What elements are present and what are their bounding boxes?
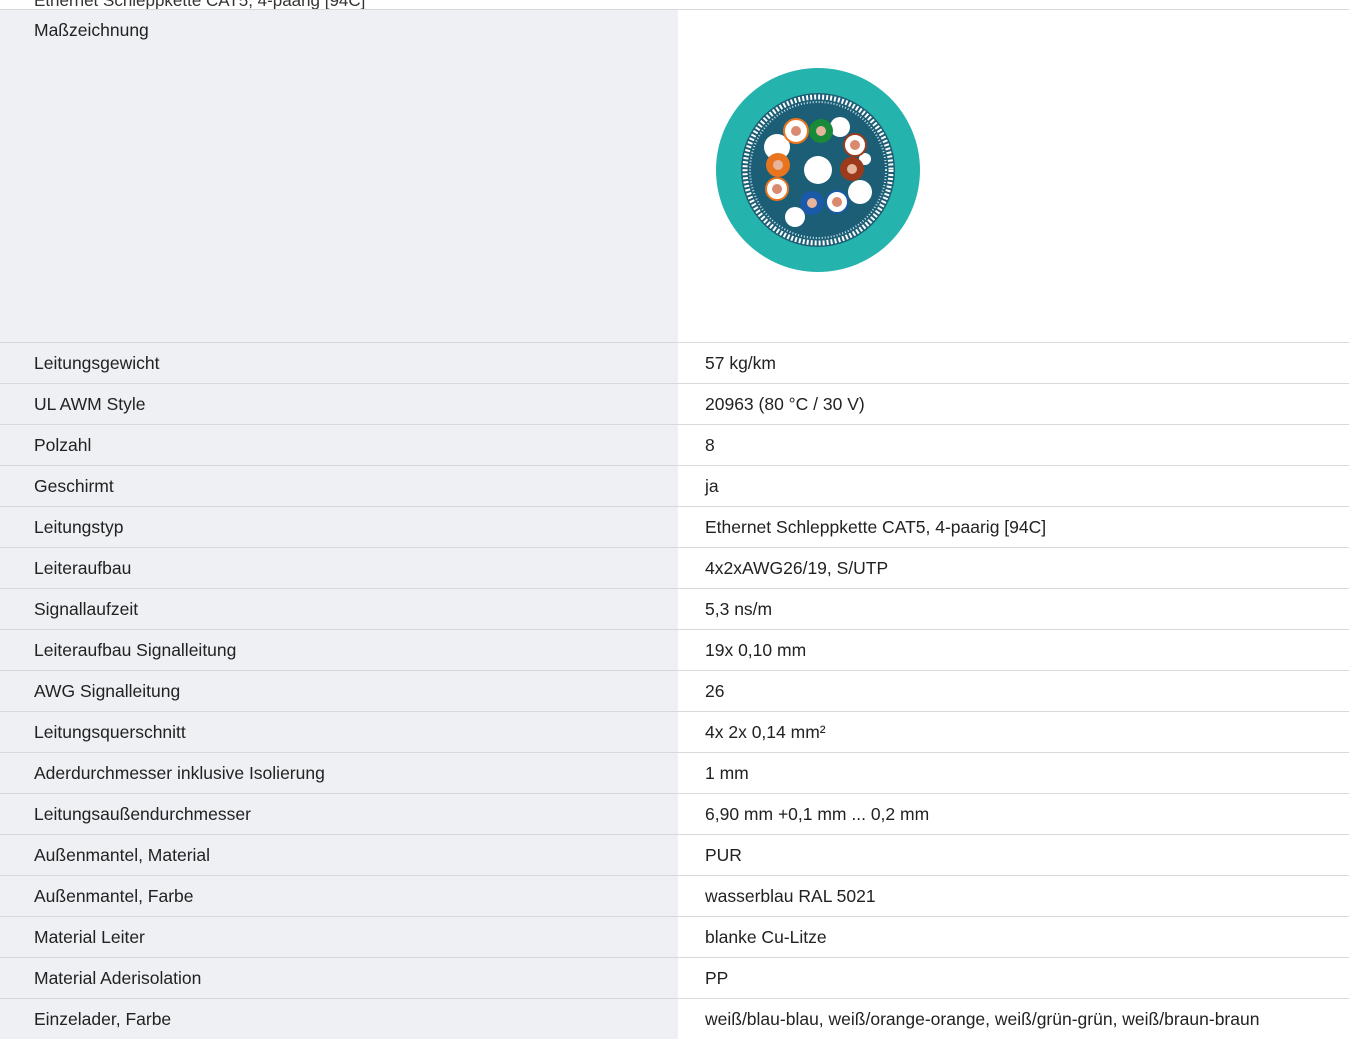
spec-row: Leitungsquerschnitt 4x 2x 0,14 mm²: [0, 711, 1349, 752]
spec-row: Geschirmt ja: [0, 465, 1349, 506]
filler: [785, 207, 805, 227]
spec-rows: Leitungsgewicht 57 kg/km UL AWM Style 20963…: [0, 342, 1349, 1039]
spec-label: Einzelader, Farbe: [0, 998, 678, 1039]
cable-cross-section-icon[interactable]: [715, 67, 921, 273]
conductor: [850, 140, 860, 150]
spec-row: Außenmantel, Material PUR: [0, 834, 1349, 875]
spec-label: Außenmantel, Material: [0, 834, 678, 875]
spec-row: Leiteraufbau Signalleitung 19x 0,10 mm: [0, 629, 1349, 670]
spec-value: 6,90 mm +0,1 mm ... 0,2 mm: [705, 803, 930, 824]
spec-value: ja: [705, 475, 719, 496]
spec-label: AWG Signalleitung: [0, 670, 678, 711]
spec-label: Leiteraufbau Signalleitung: [0, 629, 678, 670]
spec-value: 26: [705, 680, 725, 701]
spec-value: wasserblau RAL 5021: [705, 885, 876, 906]
spec-label: Leitungsgewicht: [0, 342, 678, 383]
spec-row: UL AWM Style 20963 (80 °C / 30 V): [0, 383, 1349, 424]
conductor: [791, 126, 801, 136]
spec-label: Polzahl: [0, 424, 678, 465]
spec-value: PUR: [705, 844, 742, 865]
filler: [804, 156, 832, 184]
spec-value: 20963 (80 °C / 30 V): [705, 393, 865, 414]
conductor: [773, 160, 783, 170]
spec-row: Polzahl 8: [0, 424, 1349, 465]
drawing-label: Maßzeichnung: [0, 10, 678, 342]
conductor: [847, 164, 857, 174]
spec-label: Außenmantel, Farbe: [0, 875, 678, 916]
spec-label: Leitungstyp: [0, 506, 678, 547]
spec-row: Material Aderisolation PP: [0, 957, 1349, 998]
conductor: [772, 184, 782, 194]
filler: [848, 180, 872, 204]
spec-row: Außenmantel, Farbe wasserblau RAL 5021: [0, 875, 1349, 916]
spec-value: 4x 2x 0,14 mm²: [705, 721, 826, 742]
spec-label: Leiteraufbau: [0, 547, 678, 588]
spec-row: Leitungsaußendurchmesser 6,90 mm +0,1 mm …: [0, 793, 1349, 834]
spec-label: Geschirmt: [0, 465, 678, 506]
spec-value: PP: [705, 967, 729, 988]
spec-label: Material Leiter: [0, 916, 678, 957]
drawing-cell: [678, 10, 1349, 342]
spec-row: Leitungsgewicht 57 kg/km: [0, 342, 1349, 383]
filler: [830, 117, 850, 137]
spec-row: Aderdurchmesser inklusive Isolierung 1 mm: [0, 752, 1349, 793]
spec-label: Leitungsaußendurchmesser: [0, 793, 678, 834]
spec-row: Material Leiter blanke Cu-Litze: [0, 916, 1349, 957]
spec-row: Leitungstyp Ethernet Schleppkette CAT5, 4…: [0, 506, 1349, 547]
spec-value: 8: [705, 434, 715, 455]
spec-label: Aderdurchmesser inklusive Isolierung: [0, 752, 678, 793]
spec-value: 19x 0,10 mm: [705, 639, 807, 660]
spec-label: Signallaufzeit: [0, 588, 678, 629]
spec-row: Leiteraufbau 4x2xAWG26/19, S/UTP: [0, 547, 1349, 588]
spec-value: blanke Cu-Litze: [705, 926, 827, 947]
conductor: [807, 198, 817, 208]
spec-value: 5,3 ns/m: [705, 598, 773, 619]
conductor: [816, 126, 826, 136]
conductor: [832, 197, 842, 207]
previous-row-clipped: Ethernet Schleppkette CAT5, 4-paarig [94…: [0, 0, 1353, 10]
spec-value: 1 mm: [705, 762, 749, 783]
spec-table: Maßzeichnung Leitungsgewicht 57 kg/km UL…: [0, 10, 1349, 1039]
spec-row: Einzelader, Farbe weiß/blau-blau, weiß/or…: [0, 998, 1349, 1039]
spec-label: Leitungsquerschnitt: [0, 711, 678, 752]
spec-value: 4x2xAWG26/19, S/UTP: [705, 557, 889, 578]
spec-row: AWG Signalleitung 26: [0, 670, 1349, 711]
spec-value: 57 kg/km: [705, 352, 776, 373]
spec-label: UL AWM Style: [0, 383, 678, 424]
spec-label: Material Aderisolation: [0, 957, 678, 998]
spec-value: Ethernet Schleppkette CAT5, 4-paarig [94…: [705, 516, 1047, 537]
drawing-row: Maßzeichnung: [0, 10, 1349, 342]
spec-row: Signallaufzeit 5,3 ns/m: [0, 588, 1349, 629]
spec-value: weiß/blau-blau, weiß/orange-orange, weiß…: [705, 1008, 1260, 1029]
